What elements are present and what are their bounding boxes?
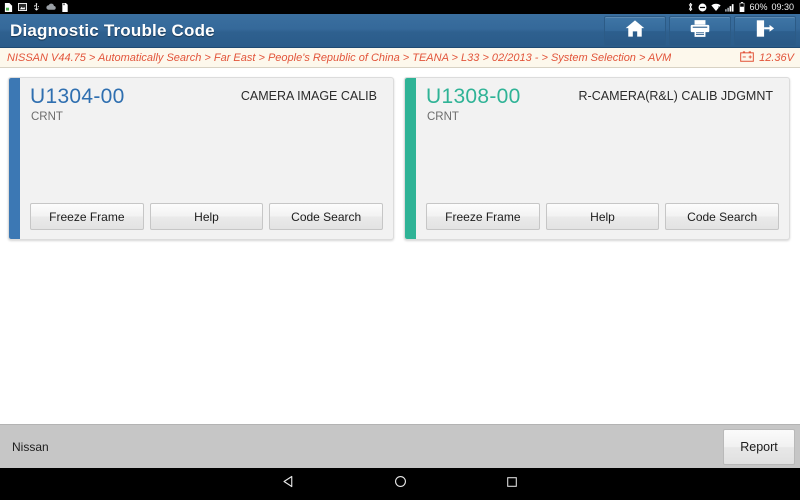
dtc-card-actions: Freeze Frame Help Code Search — [426, 203, 780, 230]
home-nav-key[interactable] — [386, 470, 414, 498]
dtc-card-body: U1304-00 CRNT CAMERA IMAGE CALIB Freeze … — [20, 78, 393, 239]
battery-percent-label: 60% — [749, 1, 768, 12]
recents-nav-key[interactable] — [498, 470, 526, 498]
title-bar-actions — [604, 14, 800, 47]
status-bar-right-icons: 60% 09:30 — [687, 2, 796, 12]
voltage-value: 12.36V — [759, 51, 794, 64]
dtc-card-header: U1308-00 CRNT R-CAMERA(R&L) CALIB JDGMNT — [426, 85, 779, 123]
app-root: 60% 09:30 Diagnostic Trouble Code NISSAN… — [0, 0, 800, 500]
dtc-card-actions: Freeze Frame Help Code Search — [30, 203, 384, 230]
bottom-bar: Nissan Report — [0, 424, 800, 468]
report-button[interactable]: Report — [723, 428, 795, 465]
vehicle-label: Nissan — [12, 439, 49, 454]
cloud-icon — [46, 3, 56, 11]
page-title: Diagnostic Trouble Code — [10, 20, 215, 40]
home-circle-icon — [394, 475, 407, 493]
bluetooth-icon — [687, 2, 694, 12]
recents-square-icon — [506, 475, 518, 493]
dtc-list: U1304-00 CRNT CAMERA IMAGE CALIB Freeze … — [0, 68, 800, 424]
battery-icon — [739, 2, 745, 12]
dtc-card[interactable]: U1308-00 CRNT R-CAMERA(R&L) CALIB JDGMNT… — [404, 77, 790, 240]
android-nav-bar — [0, 468, 800, 500]
dtc-accent-bar — [9, 78, 20, 239]
voltage-indicator: 12.36V — [740, 49, 794, 67]
back-triangle-icon — [282, 475, 295, 493]
home-icon — [625, 19, 645, 43]
exit-button[interactable] — [734, 15, 796, 46]
back-nav-key[interactable] — [274, 470, 302, 498]
wifi-icon — [711, 3, 722, 12]
breadcrumb: NISSAN V44.75 > Automatically Search > F… — [7, 51, 672, 64]
help-button[interactable]: Help — [545, 203, 660, 230]
home-button[interactable] — [604, 15, 666, 46]
sd-card-icon — [61, 2, 69, 12]
dtc-code: U1308-00 — [426, 85, 521, 108]
freeze-frame-button[interactable]: Freeze Frame — [426, 203, 540, 230]
breadcrumb-bar: NISSAN V44.75 > Automatically Search > F… — [0, 48, 800, 68]
dtc-status-badge: CRNT — [427, 111, 459, 123]
print-button[interactable] — [669, 15, 731, 46]
dtc-card-header: U1304-00 CRNT CAMERA IMAGE CALIB — [30, 85, 383, 123]
do-not-disturb-icon — [698, 3, 707, 12]
image-icon — [18, 3, 27, 11]
printer-icon — [690, 19, 710, 43]
code-search-button[interactable]: Code Search — [665, 203, 780, 230]
battery-voltage-icon — [740, 49, 754, 67]
dtc-code-block: U1308-00 CRNT — [426, 85, 521, 123]
dtc-card-body: U1308-00 CRNT R-CAMERA(R&L) CALIB JDGMNT… — [416, 78, 789, 239]
exit-icon — [755, 19, 775, 43]
dtc-card[interactable]: U1304-00 CRNT CAMERA IMAGE CALIB Freeze … — [8, 77, 394, 240]
status-bar-left-icons — [4, 2, 69, 12]
help-button[interactable]: Help — [149, 203, 264, 230]
dtc-code-block: U1304-00 CRNT — [30, 85, 125, 123]
dtc-code: U1304-00 — [30, 85, 125, 108]
freeze-frame-button[interactable]: Freeze Frame — [30, 203, 144, 230]
usb-icon — [32, 2, 41, 12]
android-status-bar: 60% 09:30 — [0, 0, 800, 14]
clock-label: 09:30 — [771, 1, 794, 12]
dtc-status-badge: CRNT — [31, 111, 63, 123]
dtc-accent-bar — [405, 78, 416, 239]
file-download-icon — [4, 2, 13, 12]
code-search-button[interactable]: Code Search — [269, 203, 384, 230]
dtc-description: CAMERA IMAGE CALIB — [240, 89, 377, 103]
app-title-bar: Diagnostic Trouble Code — [0, 14, 800, 48]
cellular-signal-icon — [725, 3, 735, 12]
dtc-description: R-CAMERA(R&L) CALIB JDGMNT — [578, 89, 773, 103]
